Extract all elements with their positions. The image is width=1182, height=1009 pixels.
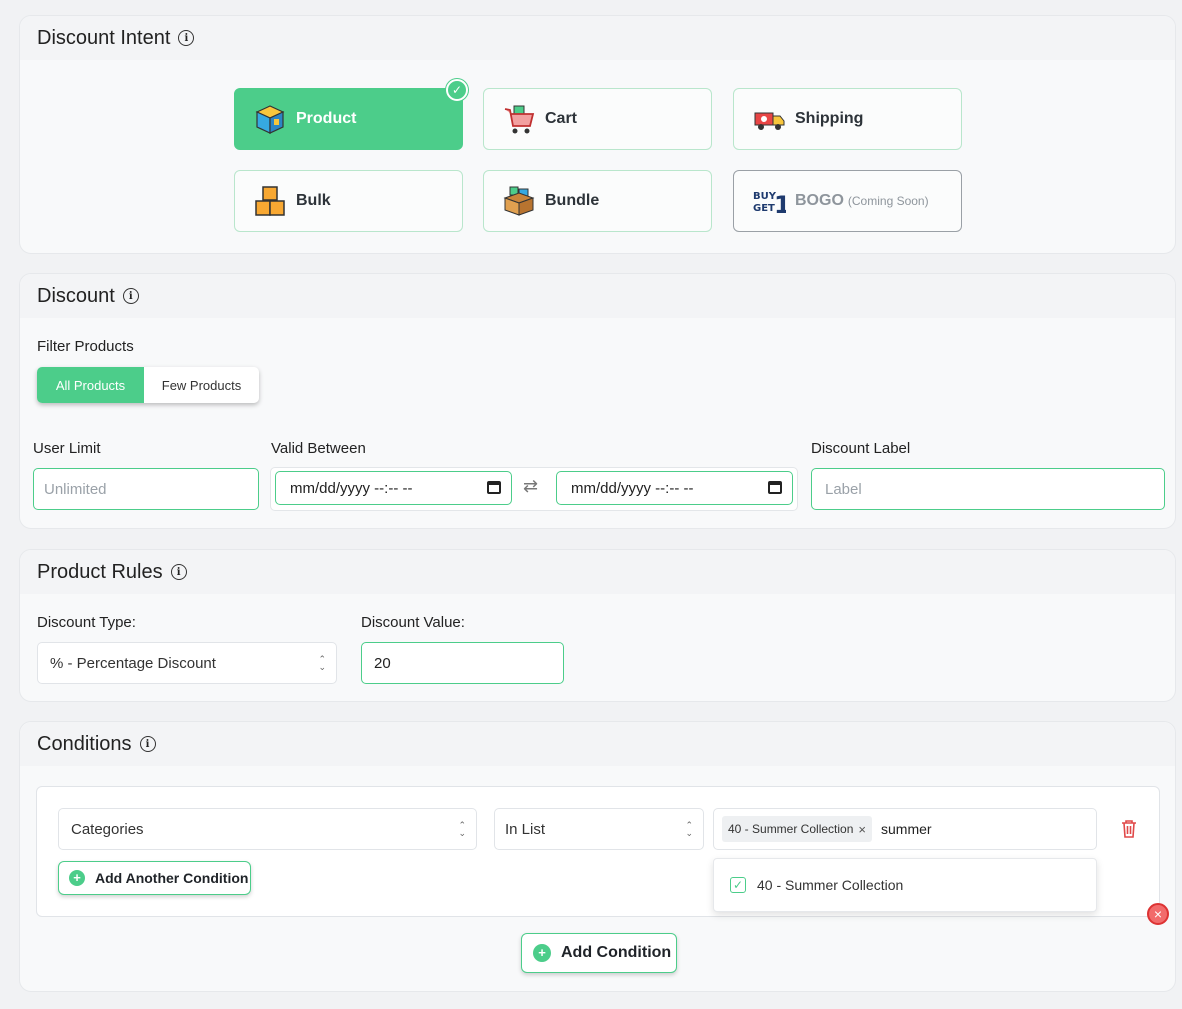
product-rules-header: Product Rules i xyxy=(20,550,1175,594)
condition-operator-value: In List xyxy=(505,820,546,838)
intent-tile-bogo: BUYGET1 BOGO (Coming Soon) xyxy=(733,170,962,232)
end-date-value: mm/dd/yyyy --:-- -- xyxy=(571,479,694,497)
dropdown-option-label: 40 - Summer Collection xyxy=(757,877,904,893)
multiselect-dropdown: ✓ 40 - Summer Collection xyxy=(713,858,1097,912)
intent-tile-shipping[interactable]: Shipping xyxy=(733,88,962,150)
user-limit-label: User Limit xyxy=(33,440,101,457)
conditions-header: Conditions i xyxy=(20,722,1175,766)
filter-products-toggle: All Products Few Products xyxy=(37,367,259,403)
intent-tile-product[interactable]: Product ✓ xyxy=(234,79,468,150)
add-condition-button[interactable]: + Add Condition xyxy=(521,933,677,973)
chevron-updown-icon: ⌃ ⌄ xyxy=(685,820,693,838)
plus-circle-icon: + xyxy=(69,870,85,886)
selected-tag-label: 40 - Summer Collection xyxy=(728,822,854,836)
valid-between-label: Valid Between xyxy=(271,440,366,457)
valid-between-range: mm/dd/yyyy --:-- -- ⇄ mm/dd/yyyy --:-- -… xyxy=(270,467,798,511)
discount-intent-header: Discount Intent i xyxy=(20,16,1175,60)
discount-type-value: % - Percentage Discount xyxy=(50,654,216,672)
discount-label-label: Discount Label xyxy=(811,440,911,457)
add-another-condition-label: Add Another Condition xyxy=(95,870,249,886)
intent-tile-label: Bundle xyxy=(545,192,600,209)
add-another-condition-button[interactable]: + Add Another Condition xyxy=(58,861,251,895)
discount-card: Discount i Filter Products All Products … xyxy=(19,273,1176,529)
discount-type-label: Discount Type: xyxy=(37,614,136,631)
intent-tile-label: Bulk xyxy=(296,192,331,209)
discount-intent-card: Discount Intent i Product ✓ Cart Shippin… xyxy=(19,15,1176,254)
conditions-title: Conditions xyxy=(37,732,132,755)
remove-condition-group-icon[interactable]: × xyxy=(1147,903,1169,925)
product-box-icon xyxy=(253,102,287,136)
info-icon[interactable]: i xyxy=(170,564,187,580)
few-products-option[interactable]: Few Products xyxy=(144,367,259,403)
intent-tile-bundle[interactable]: Bundle xyxy=(483,170,712,232)
info-icon[interactable]: i xyxy=(122,288,139,304)
stacked-boxes-icon xyxy=(253,184,287,218)
condition-operator-select[interactable]: In List ⌃ ⌄ xyxy=(494,808,704,850)
user-limit-input[interactable]: Unlimited xyxy=(33,468,259,510)
condition-value-multiselect[interactable]: 40 - Summer Collection × summer xyxy=(713,808,1097,850)
coming-soon-note: (Coming Soon) xyxy=(847,194,929,208)
bundle-box-icon xyxy=(502,184,536,218)
calendar-icon[interactable] xyxy=(487,481,501,494)
condition-field-value: Categories xyxy=(71,820,144,838)
swap-arrows-icon: ⇄ xyxy=(523,476,539,496)
buy-get-one-icon: BUYGET1 xyxy=(752,184,791,219)
intent-tile-label: BOGO xyxy=(795,192,844,209)
selected-check-icon: ✓ xyxy=(446,79,468,101)
calendar-icon[interactable] xyxy=(768,481,782,494)
delete-condition-icon[interactable] xyxy=(1120,819,1138,844)
start-date-value: mm/dd/yyyy --:-- -- xyxy=(290,479,413,497)
remove-tag-icon[interactable]: × xyxy=(858,822,866,837)
info-icon[interactable]: i xyxy=(178,30,195,46)
conditions-card: Conditions i Categories ⌃ ⌄ In List ⌃ ⌄ 40… xyxy=(19,721,1176,992)
checkbox-checked-icon: ✓ xyxy=(730,877,746,893)
svg-text:1: 1 xyxy=(774,191,786,218)
discount-value-input[interactable]: 20 xyxy=(361,642,564,684)
end-date-input[interactable]: mm/dd/yyyy --:-- -- xyxy=(556,471,793,505)
intent-tile-label: Cart xyxy=(545,110,578,127)
discount-type-select[interactable]: % - Percentage Discount ⌃ ⌄ xyxy=(37,642,337,684)
discount-intent-title: Discount Intent xyxy=(37,26,171,49)
multiselect-search-text[interactable]: summer xyxy=(881,821,932,837)
product-rules-title: Product Rules xyxy=(37,560,163,583)
shopping-cart-icon xyxy=(502,102,536,136)
shipping-truck-icon xyxy=(752,102,786,136)
filter-products-label: Filter Products xyxy=(37,338,134,355)
start-date-input[interactable]: mm/dd/yyyy --:-- -- xyxy=(275,471,512,505)
svg-text:GET: GET xyxy=(753,203,775,214)
dropdown-option[interactable]: ✓ 40 - Summer Collection xyxy=(730,877,903,893)
product-rules-card: Product Rules i Discount Type: % - Perce… xyxy=(19,549,1176,702)
intent-tile-cart[interactable]: Cart xyxy=(483,88,712,150)
discount-label-input[interactable]: Label xyxy=(811,468,1165,510)
all-products-option[interactable]: All Products xyxy=(37,367,144,403)
chevron-updown-icon: ⌃ ⌄ xyxy=(318,654,326,672)
plus-circle-icon: + xyxy=(533,944,551,962)
selected-tag: 40 - Summer Collection × xyxy=(722,816,872,842)
intent-tile-label: Shipping xyxy=(795,110,864,127)
discount-value-label: Discount Value: xyxy=(361,614,465,631)
condition-field-select[interactable]: Categories ⌃ ⌄ xyxy=(58,808,477,850)
add-condition-label: Add Condition xyxy=(561,944,672,961)
intent-tile-bulk[interactable]: Bulk xyxy=(234,170,463,232)
discount-header: Discount i xyxy=(20,274,1175,318)
chevron-updown-icon: ⌃ ⌄ xyxy=(458,820,466,838)
intent-tile-label: Product xyxy=(296,110,357,127)
discount-title: Discount xyxy=(37,284,115,307)
info-icon[interactable]: i xyxy=(139,736,156,752)
